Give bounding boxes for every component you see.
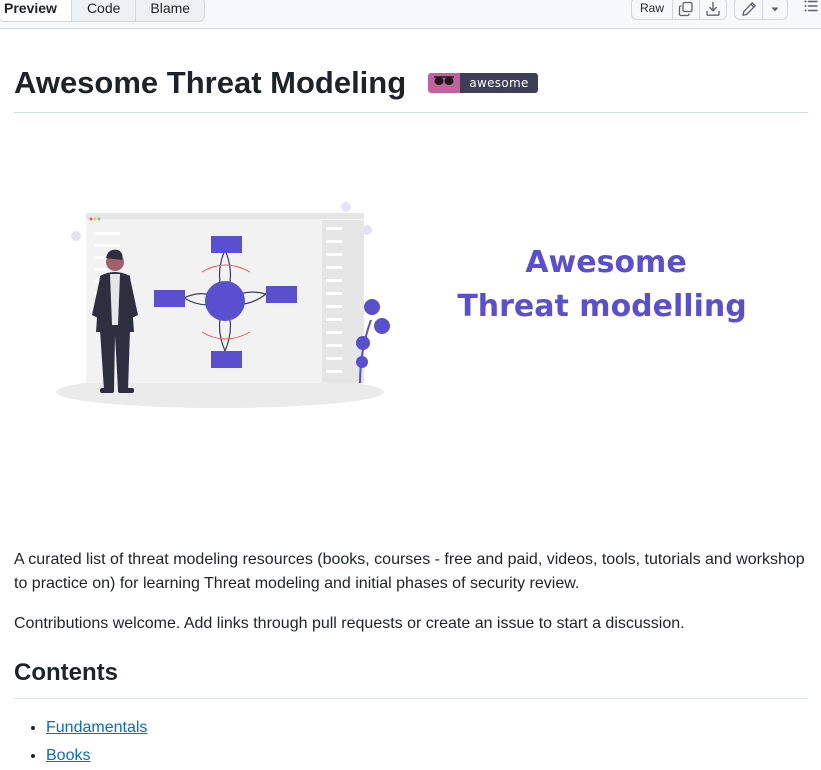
download-raw-button[interactable] <box>700 0 726 19</box>
badge-label: awesome <box>460 73 538 93</box>
toc-link-books[interactable]: Books <box>46 747 90 764</box>
download-icon <box>705 1 721 17</box>
contents-heading: Contents <box>14 659 118 686</box>
copy-icon <box>678 1 694 17</box>
sunglasses-icon <box>433 74 455 92</box>
awesome-badge[interactable]: awesome <box>428 73 538 93</box>
tab-preview[interactable]: Preview <box>0 0 72 21</box>
readme-description: A curated list of threat modeling resour… <box>14 551 805 592</box>
tab-blame[interactable]: Blame <box>136 0 204 21</box>
edit-file-button[interactable] <box>735 0 763 19</box>
tab-code[interactable]: Code <box>72 0 137 21</box>
list-unordered-icon <box>803 0 819 19</box>
file-toolbar: Preview Code Blame Raw <box>0 0 821 29</box>
toc-link-fundamentals[interactable]: Fundamentals <box>46 719 147 736</box>
list-item: Fundamentals <box>46 714 147 742</box>
view-mode-tabs: Preview Code Blame <box>0 0 206 22</box>
pencil-icon <box>741 1 757 17</box>
outline-button[interactable] <box>800 0 821 18</box>
contents-heading-row: Contents <box>14 659 808 699</box>
raw-button[interactable]: Raw <box>632 0 673 19</box>
contents-list: Fundamentals Books <box>14 714 147 770</box>
copy-raw-button[interactable] <box>673 0 700 19</box>
hero-line-2: Threat modelling <box>457 289 746 324</box>
raw-copy-download-group: Raw <box>631 0 727 20</box>
hero-banner-image: Awesome Threat modelling <box>14 150 808 480</box>
list-item: Books <box>46 742 147 770</box>
triangle-down-icon <box>770 4 780 14</box>
edit-group <box>734 0 788 20</box>
readme-contributions: Contributions welcome. Add links through… <box>14 615 685 632</box>
more-edit-options-button[interactable] <box>763 0 787 19</box>
page-title: Awesome Threat Modeling <box>14 65 407 100</box>
hero-line-1: Awesome <box>525 245 686 280</box>
readme-title-row: Awesome Threat Modeling awesome <box>14 62 808 113</box>
